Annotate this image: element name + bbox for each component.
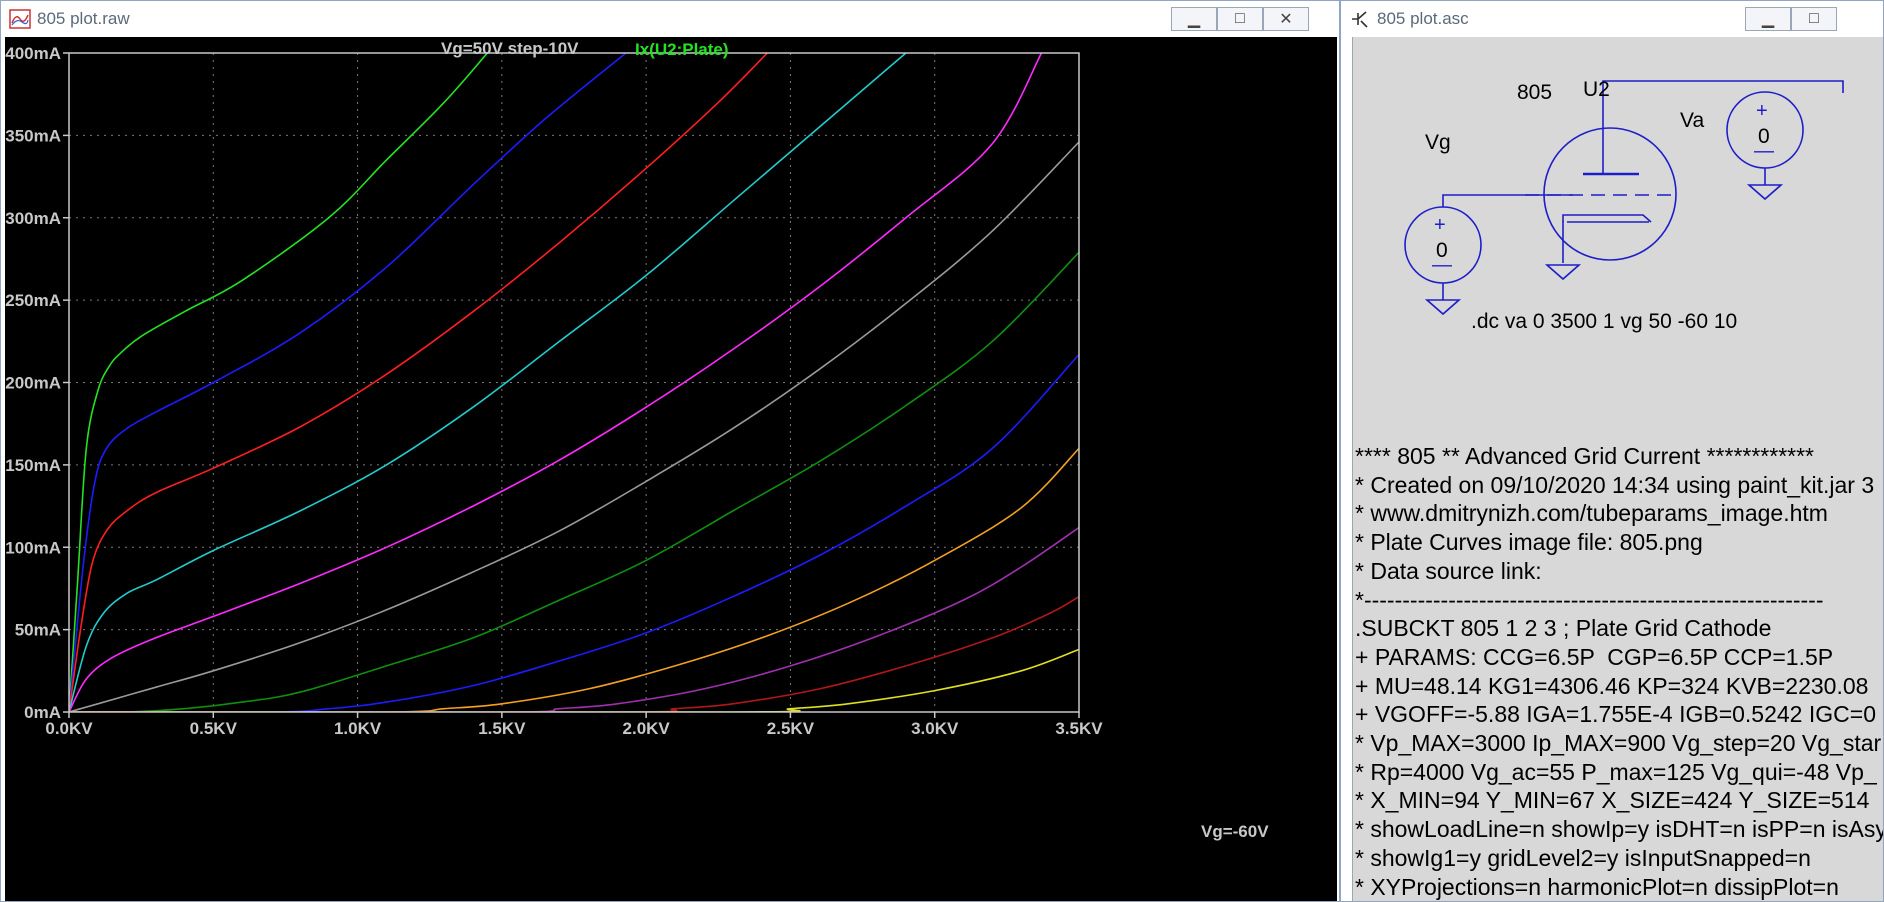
plate-curve-vg-m30[interactable] <box>69 447 1079 712</box>
netlist-line: * XYProjections=n harmonicPlot=n dissipP… <box>1355 873 1839 900</box>
tube-ref-label[interactable]: U2 <box>1583 78 1610 101</box>
schematic-maximize-button[interactable]: □ <box>1791 7 1837 31</box>
plus-icon: + <box>1756 100 1768 122</box>
netlist-line: * X_MIN=94 Y_MIN=67 X_SIZE=424 Y_SIZE=51… <box>1355 787 1870 814</box>
vg-value-label[interactable]: 0 <box>1436 239 1448 262</box>
plate-curve-vg-30[interactable] <box>69 53 768 712</box>
vg-name-label[interactable]: Vg <box>1425 131 1451 154</box>
plot-area[interactable]: 0.0KV 0.5KV 1.0KV 1.5KV 2.0KV 2.5KV 3.0KV 3.5KV… <box>5 37 1337 901</box>
netlist-line: * showIg1=y gridLevel2=y isInputSnapped=… <box>1355 844 1811 871</box>
minimize-icon: ▁ <box>1761 11 1775 28</box>
plus-icon: + <box>1434 214 1446 236</box>
y-tick-label: 100mA <box>5 538 61 557</box>
schematic-titlebar[interactable]: 805 plot.asc ▁ □ <box>1341 1 1883 37</box>
x-tick-label: 0.5KV <box>190 719 238 738</box>
plate-curve-vg-40[interactable] <box>69 53 627 712</box>
schematic-window-title: 805 plot.asc <box>1377 9 1469 28</box>
y-tick-label: 150mA <box>5 456 61 475</box>
wires <box>1442 80 1844 263</box>
y-tick-label: 250mA <box>5 291 61 310</box>
y-tick-label: 0mA <box>24 703 61 722</box>
netlist-line: * Vp_MAX=3000 Ip_MAX=900 Vg_step=20 Vg_s… <box>1355 730 1882 757</box>
vg-min-annotation: Vg=-60V <box>1201 822 1269 841</box>
plate-curve-vg-m10[interactable] <box>69 251 1079 712</box>
plot-titlebar[interactable]: 805 plot.raw ▁ □ ✕ <box>1 1 1339 37</box>
x-tick-label: 1.5KV <box>478 719 526 738</box>
schematic-canvas[interactable]: + — + — 805 U2 Vg Va 0 0 .dc va 0 3500 1… <box>1352 37 1884 901</box>
minimize-icon: ▁ <box>1187 11 1201 28</box>
netlist-line: **** 805 ** Advanced Grid Current ******… <box>1355 443 1815 469</box>
netlist-line: * Plate Curves image file: 805.png <box>1355 529 1703 556</box>
maximize-icon: □ <box>1235 10 1245 27</box>
dc-sweep-directive[interactable]: .dc va 0 3500 1 vg 50 -60 10 <box>1471 310 1737 333</box>
vacuum-tube-805[interactable] <box>1525 127 1677 281</box>
netlist-line: * Rp=4000 Vg_ac=55 P_max=125 Vg_qui=-48 … <box>1355 758 1877 785</box>
netlist-line: * www.dmitrynizh.com/tubeparams_image.ht… <box>1355 500 1828 527</box>
schematic-minimize-button[interactable]: ▁ <box>1745 7 1791 31</box>
x-tick-label: 2.0KV <box>623 719 671 738</box>
va-name-label[interactable]: Va <box>1680 109 1704 132</box>
netlist-line: + VGOFF=-5.88 IGA=1.755E-4 IGB=0.5242 IG… <box>1355 701 1876 728</box>
plate-curve-vg-m40[interactable] <box>69 526 1079 713</box>
x-tick-label: 1.0KV <box>334 719 382 738</box>
x-tick-label: 3.5KV <box>1055 719 1103 738</box>
va-value-label[interactable]: 0 <box>1758 125 1770 148</box>
y-tick-label: 400mA <box>5 44 61 63</box>
waveform-icon <box>9 9 31 29</box>
schematic-icon <box>1352 11 1368 28</box>
minimize-button[interactable]: ▁ <box>1171 7 1217 31</box>
netlist-line: * showLoadLine=n showIp=y isDHT=n isPP=n… <box>1355 816 1884 843</box>
trace-label[interactable]: Ix(U2:Plate) <box>635 40 729 59</box>
plate-curve-vg-50[interactable] <box>69 53 489 712</box>
plot-window: 805 plot.raw ▁ □ ✕ 0.0KV 0.5KV 1.0KV 1.5KV 2… <box>0 0 1340 902</box>
plate-curves-chart[interactable]: 0.0KV 0.5KV 1.0KV 1.5KV 2.0KV 2.5KV 3.0KV 3.5KV… <box>5 37 1337 901</box>
close-button[interactable]: ✕ <box>1263 7 1309 31</box>
netlist-line: .SUBCKT 805 1 2 3 ; Plate Grid Cathode <box>1355 615 1772 642</box>
step-label: Vg=50V step-10V <box>441 39 579 58</box>
schematic-drawing[interactable]: + — + — 805 U2 Vg Va 0 0 .dc va 0 3500 1… <box>1353 37 1884 437</box>
plot-window-title: 805 plot.raw <box>37 9 130 28</box>
netlist-line: *---------------------------------------… <box>1355 586 1824 613</box>
plate-curve-vg-0[interactable] <box>69 141 1079 712</box>
maximize-button[interactable]: □ <box>1217 7 1263 31</box>
plate-curve-vg-m20[interactable] <box>69 353 1079 713</box>
netlist-line: + MU=48.14 KG1=4306.46 KP=324 KVB=2230.0… <box>1355 672 1869 699</box>
netlist-line: * Created on 09/10/2020 14:34 using pain… <box>1355 471 1875 498</box>
y-tick-label: 350mA <box>5 126 61 145</box>
x-tick-label: 3.0KV <box>911 719 959 738</box>
spice-netlist-text[interactable]: **** 805 ** Advanced Grid Current ******… <box>1355 442 1884 901</box>
tube-value-label[interactable]: 805 <box>1517 81 1552 104</box>
schematic-window: 805 plot.asc ▁ □ + — + — 805 U2 Vg Va 0 … <box>1340 0 1884 902</box>
maximize-icon: □ <box>1809 10 1819 27</box>
y-tick-label: 50mA <box>15 621 61 640</box>
y-tick-label: 200mA <box>5 374 61 393</box>
plate-curve-vg-20[interactable] <box>69 53 907 712</box>
netlist-line: + PARAMS: CCG=6.5P CGP=6.5P CCP=1.5P <box>1355 643 1834 670</box>
netlist-line: * Data source link: <box>1355 557 1542 584</box>
x-tick-label: 2.5KV <box>767 719 815 738</box>
close-icon: ✕ <box>1279 11 1293 28</box>
y-tick-label: 300mA <box>5 209 61 228</box>
